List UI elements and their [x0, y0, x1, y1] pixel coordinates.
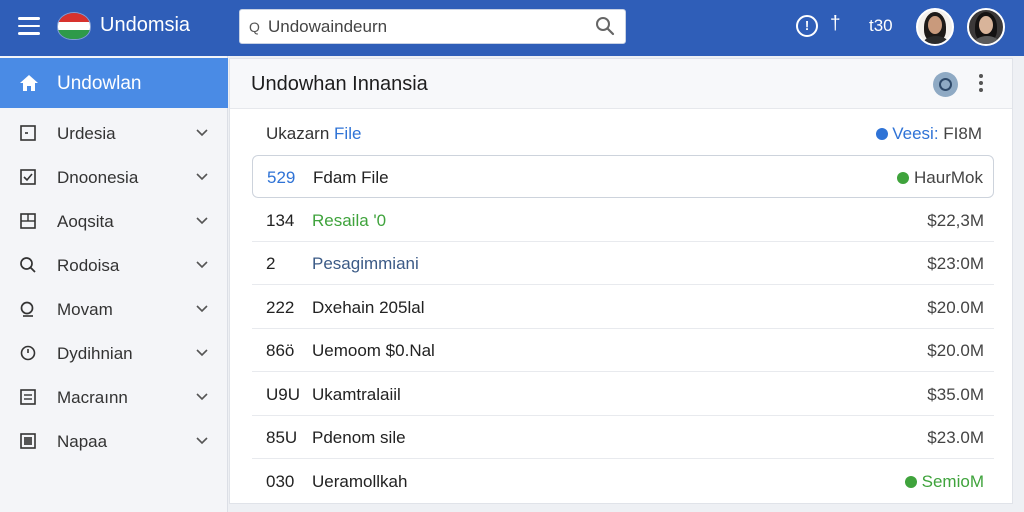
chevron-down-icon — [196, 349, 208, 357]
row-amount-text: HaurMok — [914, 168, 983, 187]
version-label: Veesi: — [892, 124, 939, 143]
chevron-down-icon — [196, 129, 208, 137]
search-icon — [20, 257, 36, 273]
checkbox-icon — [20, 169, 36, 185]
row-number: 86ö — [266, 341, 295, 360]
page-title: Undowhan Innansia — [251, 73, 428, 95]
row-amount: $20.0M — [927, 298, 984, 317]
sidebar-item-3[interactable]: Aoqsita — [0, 200, 228, 244]
sidebar-item-6[interactable]: Dydihnian — [0, 332, 228, 376]
chevron-down-icon — [196, 305, 208, 313]
search-input[interactable] — [268, 10, 588, 43]
row-name: Resaila '0 — [312, 211, 387, 230]
row-name: Uemoom $0.Nal — [312, 341, 435, 360]
sidebar-item-4[interactable]: Rodoisa — [0, 244, 228, 288]
list-subtitle: Ukazarn File — [266, 124, 361, 144]
row-amount: $20.0M — [927, 341, 984, 360]
row-number: 85U — [266, 428, 298, 447]
home-icon — [20, 75, 38, 91]
row-name: Fdam File — [313, 168, 389, 187]
sidebar-item-label: Aoqsita — [57, 212, 114, 231]
globe-icon[interactable] — [933, 72, 958, 97]
version-value: FI8M — [938, 124, 982, 143]
sidebar-item-2[interactable]: Dnoonesia — [0, 156, 228, 200]
sidebar-item-5[interactable]: Movam — [0, 288, 228, 332]
clock-icon — [20, 345, 36, 361]
row-name: Pdenom sile — [312, 428, 406, 447]
sidebar: Undowlan Urdesia Dnoonesia Aoqsita Rodoi… — [0, 56, 228, 512]
row-number: 222 — [266, 298, 295, 317]
row-number: U9U — [266, 385, 301, 404]
row-name: Dxehain 205lal — [312, 298, 425, 317]
sidebar-item-label: Napaa — [57, 432, 108, 451]
user-avatar[interactable] — [916, 8, 954, 46]
row-name: Ukamtralaiil — [312, 385, 401, 404]
hamburger-menu-icon[interactable] — [18, 17, 40, 35]
status-dot-icon — [897, 172, 910, 184]
flag-logo-icon — [57, 12, 91, 40]
row-number: 529 — [267, 168, 296, 187]
list-item[interactable]: 030 Ueramollkah SemioM — [252, 460, 994, 503]
secondary-avatar[interactable] — [967, 8, 1005, 46]
search-icon[interactable] — [595, 16, 615, 36]
row-amount: $35.0M — [927, 385, 984, 404]
pin-icon[interactable]: † — [830, 13, 841, 35]
list-item[interactable]: U9U Ukamtralaiil $35.0M — [252, 373, 994, 416]
subtitle-link[interactable]: File — [334, 124, 361, 143]
top-bar: Undomsia Q ! † t30 — [0, 0, 1024, 56]
sidebar-item-label: Dydihnian — [57, 344, 133, 363]
square-filled-icon — [20, 433, 36, 449]
row-name: Ueramollkah — [312, 472, 408, 491]
sidebar-item-label: Undowlan — [57, 73, 142, 94]
panel-header: Undowhan Innansia — [230, 59, 1012, 109]
search-alt-icon — [20, 301, 34, 317]
row-amount-text: SemioM — [921, 472, 984, 491]
row-amount: HaurMok — [897, 168, 983, 188]
more-vertical-icon[interactable] — [977, 74, 985, 94]
chevron-down-icon — [196, 261, 208, 269]
sidebar-item-label: Movam — [57, 300, 113, 319]
list-item[interactable]: 86ö Uemoom $0.Nal $20.0M — [252, 329, 994, 372]
chevron-down-icon — [196, 437, 208, 445]
list-item[interactable]: 222 Dxehain 205lal $20.0M — [252, 286, 994, 329]
square-outline-icon — [20, 125, 36, 141]
chevron-down-icon — [196, 217, 208, 225]
list-item[interactable]: 85U Pdenom sile $23.0M — [252, 416, 994, 459]
sidebar-item-label: Dnoonesia — [57, 168, 139, 187]
list-item[interactable]: 2 Pesagimmiani $23:0M — [252, 242, 994, 285]
list-icon — [20, 389, 36, 405]
sidebar-item-label: Macraınn — [57, 388, 128, 407]
notification-count[interactable]: t30 — [869, 16, 893, 36]
sidebar-item-label: Urdesia — [57, 124, 116, 143]
search-bar[interactable]: Q — [239, 9, 626, 44]
subtitle-prefix: Ukazarn — [266, 124, 335, 143]
row-number: 134 — [266, 211, 295, 230]
row-amount: $23.0M — [927, 428, 984, 447]
status-dot-icon — [904, 476, 917, 488]
row-number: 030 — [266, 472, 295, 491]
chevron-down-icon — [196, 173, 208, 181]
info-icon[interactable]: ! — [796, 15, 818, 37]
main-panel: Undowhan Innansia Ukazarn File Veesi: FI… — [229, 58, 1013, 504]
row-amount: $22,3M — [927, 211, 984, 230]
sidebar-item-7[interactable]: Macraınn — [0, 376, 228, 420]
version-info: Veesi: FI8M — [876, 124, 982, 144]
row-number: 2 — [266, 254, 276, 273]
sidebar-item-label: Rodoisa — [57, 256, 120, 275]
row-amount: SemioM — [904, 472, 984, 492]
sidebar-item-home[interactable]: Undowlan — [0, 58, 228, 108]
sidebar-item-8[interactable]: Napaa — [0, 420, 228, 464]
row-name: Pesagimmiani — [312, 254, 419, 273]
chevron-down-icon — [196, 393, 208, 401]
row-amount: $23:0M — [927, 254, 984, 273]
list-item[interactable]: 134 Resaila '0 $22,3M — [252, 199, 994, 242]
search-prefix-icon: Q — [249, 19, 260, 35]
gear-icon — [876, 128, 889, 140]
list-item[interactable]: 529 Fdam File HaurMok — [252, 155, 994, 198]
app-brand: Undomsia — [100, 14, 191, 36]
sidebar-item-1[interactable]: Urdesia — [0, 112, 228, 156]
grid-icon — [20, 213, 36, 229]
